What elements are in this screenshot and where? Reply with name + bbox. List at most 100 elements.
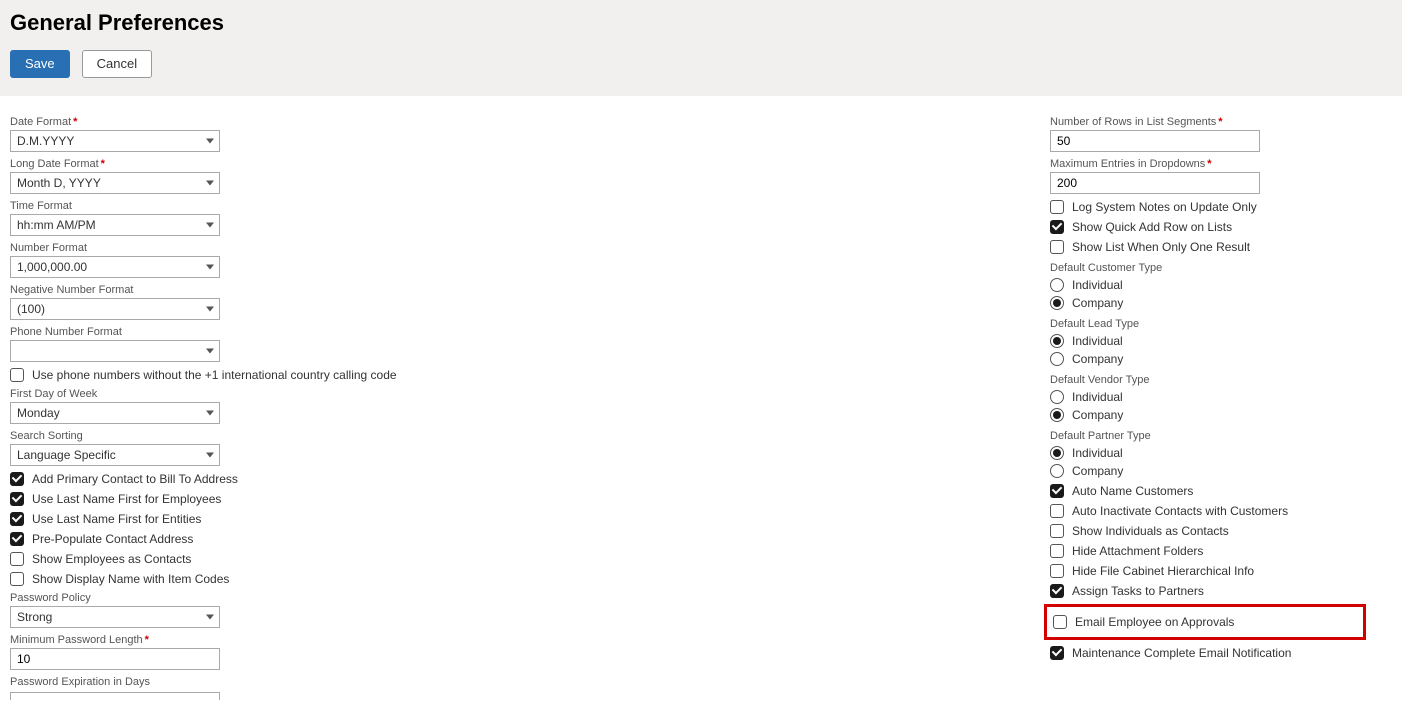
right-checkbox[interactable]: Hide File Cabinet Hierarchical Info (1050, 564, 1360, 578)
checkbox-icon (10, 532, 24, 546)
first-day-label: First Day of Week (10, 388, 1010, 400)
date-format-select[interactable]: D.M.YYYY (10, 130, 220, 152)
checkbox-label: Maintenance Complete Email Notification (1072, 646, 1291, 660)
radio-label: Company (1072, 464, 1123, 478)
radio-group-label: Default Lead Type (1050, 318, 1360, 330)
date-format-label: Date Format* (10, 116, 1010, 128)
radio-option[interactable]: Individual (1050, 278, 1360, 292)
radio-icon (1050, 390, 1064, 404)
time-format-label: Time Format (10, 200, 1010, 212)
radio-option[interactable]: Company (1050, 296, 1360, 310)
long-date-format-select[interactable]: Month D, YYYY (10, 172, 220, 194)
rows-segments-input[interactable] (1050, 130, 1260, 152)
radio-label: Individual (1072, 278, 1123, 292)
left-checkbox[interactable]: Use Last Name First for Entities (10, 512, 1010, 526)
checkbox-icon (10, 512, 24, 526)
checkbox-icon (10, 472, 24, 486)
right-column: Number of Rows in List Segments* Maximum… (1050, 116, 1360, 710)
checkbox-label: Pre-Populate Contact Address (32, 532, 193, 546)
radio-option[interactable]: Individual (1050, 390, 1360, 404)
checkbox-label: Show Display Name with Item Codes (32, 572, 229, 586)
phone-no-intl-checkbox[interactable]: Use phone numbers without the +1 interna… (10, 368, 1010, 382)
password-policy-select[interactable]: Strong (10, 606, 220, 628)
checkbox-icon (10, 552, 24, 566)
preferences-form: Date Format* D.M.YYYY Long Date Format* … (0, 96, 1402, 720)
left-checkbox[interactable]: Add Primary Contact to Bill To Address (10, 472, 1010, 486)
radio-label: Company (1072, 296, 1123, 310)
checkbox-icon (1050, 524, 1064, 538)
number-format-select[interactable]: 1,000,000.00 (10, 256, 220, 278)
radio-option[interactable]: Company (1050, 352, 1360, 366)
max-dropdown-label: Maximum Entries in Dropdowns* (1050, 158, 1360, 170)
save-button[interactable]: Save (10, 50, 70, 78)
highlight-annotation: Email Employee on Approvals (1044, 604, 1366, 640)
left-checkbox[interactable]: Show Display Name with Item Codes (10, 572, 1010, 586)
checkbox-label: Auto Inactivate Contacts with Customers (1072, 504, 1288, 518)
time-format-select[interactable]: hh:mm AM/PM (10, 214, 220, 236)
checkbox-label: Assign Tasks to Partners (1072, 584, 1204, 598)
min-pw-len-input[interactable] (10, 648, 220, 670)
radio-label: Individual (1072, 334, 1123, 348)
radio-icon (1050, 334, 1064, 348)
checkbox-icon (1050, 584, 1064, 598)
left-checkbox[interactable]: Use Last Name First for Employees (10, 492, 1010, 506)
password-policy-label: Password Policy (10, 592, 1010, 604)
left-checkbox[interactable]: Pre-Populate Contact Address (10, 532, 1010, 546)
checkbox-label: Use Last Name First for Employees (32, 492, 221, 506)
checkbox-label: Hide Attachment Folders (1072, 544, 1203, 558)
checkbox-label: Add Primary Contact to Bill To Address (32, 472, 238, 486)
first-day-select[interactable]: Monday (10, 402, 220, 424)
min-pw-len-label: Minimum Password Length* (10, 634, 1010, 646)
right-checkbox[interactable]: Show Quick Add Row on Lists (1050, 220, 1360, 234)
checkbox-icon (10, 492, 24, 506)
radio-option[interactable]: Individual (1050, 446, 1360, 460)
checkbox-icon (1050, 200, 1064, 214)
right-checkbox[interactable]: Show List When Only One Result (1050, 240, 1360, 254)
number-format-label: Number Format (10, 242, 1010, 254)
max-dropdown-input[interactable] (1050, 172, 1260, 194)
pw-exp-label: Password Expiration in Days (10, 676, 1010, 688)
checkbox-label: Log System Notes on Update Only (1072, 200, 1257, 214)
right-checkbox[interactable]: Auto Inactivate Contacts with Customers (1050, 504, 1360, 518)
checkbox-icon (10, 368, 24, 382)
left-checkbox[interactable]: Show Employees as Contacts (10, 552, 1010, 566)
checkbox-label: Email Employee on Approvals (1075, 615, 1234, 629)
radio-icon (1050, 446, 1064, 460)
radio-icon (1050, 296, 1064, 310)
email-employee-approvals-checkbox[interactable]: Email Employee on Approvals (1053, 615, 1357, 629)
radio-icon (1050, 278, 1064, 292)
checkbox-icon (1053, 615, 1067, 629)
checkbox-icon (10, 572, 24, 586)
neg-number-format-label: Negative Number Format (10, 284, 1010, 296)
checkbox-label: Hide File Cabinet Hierarchical Info (1072, 564, 1254, 578)
checkbox-icon (1050, 504, 1064, 518)
radio-option[interactable]: Company (1050, 408, 1360, 422)
pw-exp-input[interactable] (10, 692, 220, 700)
page-header: General Preferences Save Cancel (0, 0, 1402, 96)
radio-label: Individual (1072, 446, 1123, 460)
radio-option[interactable]: Individual (1050, 334, 1360, 348)
phone-format-select[interactable] (10, 340, 220, 362)
checkbox-label: Auto Name Customers (1072, 484, 1193, 498)
checkbox-icon (1050, 240, 1064, 254)
right-checkbox[interactable]: Log System Notes on Update Only (1050, 200, 1360, 214)
right-checkbox[interactable]: Auto Name Customers (1050, 484, 1360, 498)
radio-group-label: Default Partner Type (1050, 430, 1360, 442)
long-date-format-label: Long Date Format* (10, 158, 1010, 170)
neg-number-format-select[interactable]: (100) (10, 298, 220, 320)
right-checkbox[interactable]: Maintenance Complete Email Notification (1050, 646, 1360, 660)
checkbox-icon (1050, 484, 1064, 498)
radio-option[interactable]: Company (1050, 464, 1360, 478)
radio-label: Individual (1072, 390, 1123, 404)
radio-group-label: Default Customer Type (1050, 262, 1360, 274)
right-checkbox[interactable]: Hide Attachment Folders (1050, 544, 1360, 558)
right-checkbox[interactable]: Assign Tasks to Partners (1050, 584, 1360, 598)
search-sorting-select[interactable]: Language Specific (10, 444, 220, 466)
left-column: Date Format* D.M.YYYY Long Date Format* … (10, 116, 1010, 710)
checkbox-icon (1050, 564, 1064, 578)
cancel-button[interactable]: Cancel (82, 50, 152, 78)
right-checkbox[interactable]: Show Individuals as Contacts (1050, 524, 1360, 538)
checkbox-icon (1050, 646, 1064, 660)
phone-format-label: Phone Number Format (10, 326, 1010, 338)
checkbox-icon (1050, 220, 1064, 234)
